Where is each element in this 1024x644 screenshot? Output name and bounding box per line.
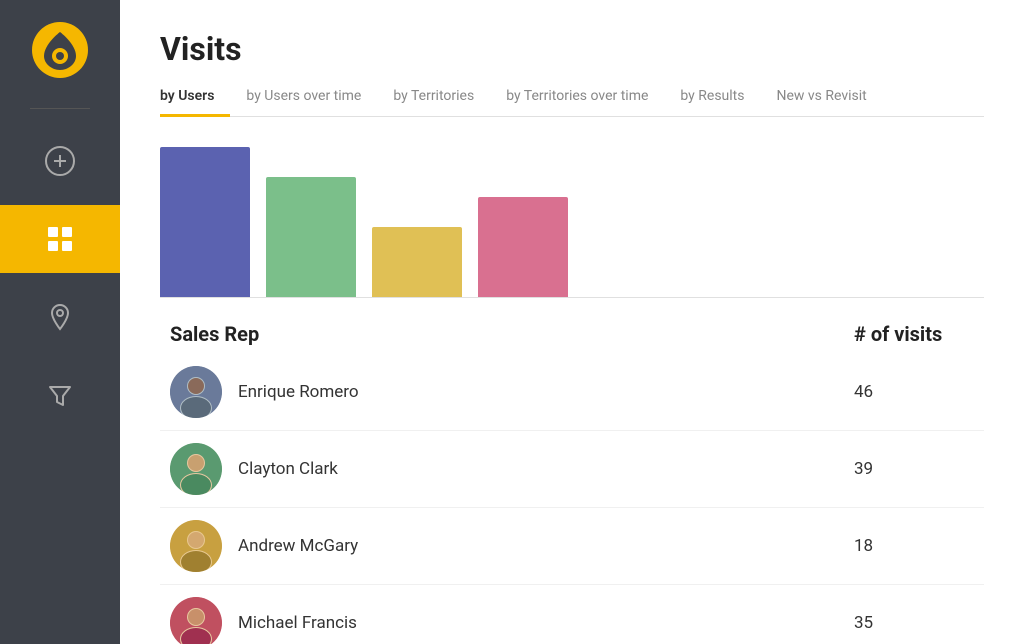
row-left: Michael Francis xyxy=(170,597,854,644)
sidebar-item-add[interactable] xyxy=(0,127,120,195)
sidebar-divider xyxy=(30,108,90,109)
chart-bar xyxy=(160,147,250,297)
chart-bar xyxy=(266,177,356,297)
rep-name: Clayton Clark xyxy=(238,459,338,479)
bar-chart xyxy=(160,137,984,298)
dashboard-icon xyxy=(44,223,76,255)
page-title: Visits xyxy=(160,30,984,68)
rep-name: Andrew McGary xyxy=(238,536,358,556)
table-row: Enrique Romero 46 xyxy=(160,354,984,431)
visit-count: 35 xyxy=(854,613,974,633)
add-icon xyxy=(44,145,76,177)
table-header: Sales Rep # of visits xyxy=(160,322,984,354)
visit-count: 39 xyxy=(854,459,974,479)
rep-name: Enrique Romero xyxy=(238,382,359,402)
row-left: Clayton Clark xyxy=(170,443,854,495)
visits-table: Sales Rep # of visits Enrique Romero 46 xyxy=(160,322,984,644)
chart-bar xyxy=(372,227,462,297)
avatar xyxy=(170,443,222,495)
col-header-visits: # of visits xyxy=(854,322,974,346)
location-icon xyxy=(44,301,76,333)
filter-icon xyxy=(44,379,76,411)
main-content: Visits by Users by Users over time by Te… xyxy=(120,0,1024,644)
table-row: Andrew McGary 18 xyxy=(160,508,984,585)
row-left: Andrew McGary xyxy=(170,520,854,572)
avatar xyxy=(170,520,222,572)
chart-bar xyxy=(478,197,568,297)
tab-new-vs-revisit[interactable]: New vs Revisit xyxy=(760,80,882,117)
sidebar xyxy=(0,0,120,644)
col-header-name: Sales Rep xyxy=(170,322,854,346)
tab-by-users[interactable]: by Users xyxy=(160,80,230,117)
table-row: Clayton Clark 39 xyxy=(160,431,984,508)
avatar xyxy=(170,366,222,418)
table-row: Michael Francis 35 xyxy=(160,585,984,644)
tab-by-users-over-time[interactable]: by Users over time xyxy=(230,80,377,117)
visit-count: 46 xyxy=(854,382,974,402)
sidebar-item-dashboard[interactable] xyxy=(0,205,120,273)
tabs-nav: by Users by Users over time by Territori… xyxy=(160,80,984,117)
tab-by-results[interactable]: by Results xyxy=(664,80,760,117)
avatar xyxy=(170,597,222,644)
sidebar-logo[interactable] xyxy=(30,20,90,80)
row-left: Enrique Romero xyxy=(170,366,854,418)
rep-name: Michael Francis xyxy=(238,613,357,633)
sidebar-item-filter[interactable] xyxy=(0,361,120,429)
sidebar-item-location[interactable] xyxy=(0,283,120,351)
visit-count: 18 xyxy=(854,536,974,556)
tab-by-territories-over-time[interactable]: by Territories over time xyxy=(490,80,664,117)
tab-by-territories[interactable]: by Territories xyxy=(377,80,490,117)
